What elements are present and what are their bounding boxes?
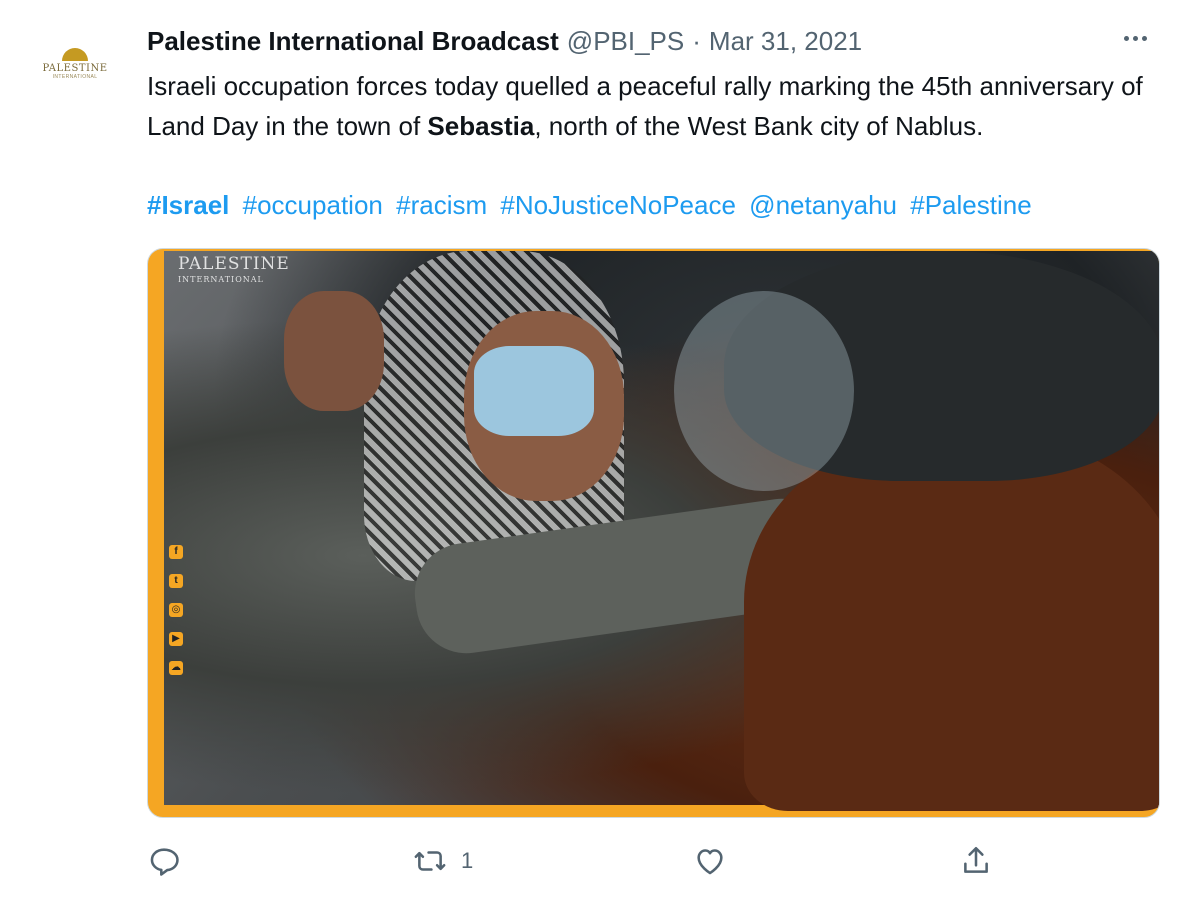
hashtag-link[interactable]: #occupation — [243, 190, 383, 220]
tweet-hashtags: #Israel #occupation #racism #NoJusticeNo… — [147, 185, 1038, 225]
protest-photo — [164, 251, 1159, 811]
hashtag-link[interactable]: #NoJusticeNoPeace — [500, 190, 736, 220]
like-icon — [697, 849, 723, 875]
tweet-text: Israeli occupation forces today quelled … — [147, 66, 1157, 146]
separator-dot: · — [692, 25, 701, 56]
dome-logo-icon — [62, 48, 88, 61]
twitter-icon: t — [169, 574, 183, 588]
share-icon — [964, 846, 988, 873]
tweet-date[interactable]: Mar 31, 2021 — [709, 26, 862, 57]
more-options-icon[interactable] — [1124, 36, 1147, 41]
reply-icon — [150, 848, 179, 876]
youtube-icon: ▶ — [169, 632, 183, 646]
hashtag-link[interactable]: #racism — [396, 190, 487, 220]
watermark-subtitle: INTERNATIONAL — [178, 275, 264, 284]
helmet-visor-shape — [674, 291, 854, 491]
avatar[interactable]: PALESTINE INTERNATIONAL — [33, 22, 117, 106]
tweet-text-bold: Sebastia — [427, 111, 535, 141]
mention-link[interactable]: @netanyahu — [749, 190, 897, 220]
soundcloud-icon: ☁ — [169, 661, 183, 675]
hashtag-link[interactable]: #Israel — [147, 190, 229, 220]
image-watermark: PALESTINE INTERNATIONAL — [178, 256, 290, 288]
facebook-icon: f — [169, 545, 183, 559]
hashtag-link[interactable]: #Palestine — [910, 190, 1031, 220]
avatar-logo-text: PALESTINE — [42, 63, 108, 74]
retweet-icon — [414, 851, 446, 871]
officer-hair-shape — [744, 431, 1159, 811]
instagram-icon: ◎ — [169, 603, 183, 617]
reply-button[interactable] — [147, 836, 195, 886]
tweet-media-image[interactable] — [147, 248, 1160, 818]
raised-fist-shape — [284, 291, 384, 411]
like-button[interactable] — [693, 836, 741, 886]
watermark-title: PALESTINE — [178, 254, 290, 274]
tweet-header: Palestine International Broadcast @PBI_P… — [147, 24, 1120, 58]
avatar-logo-subtext: INTERNATIONAL — [52, 74, 98, 80]
tweet-actions: 1 — [147, 836, 1007, 886]
account-handle[interactable]: @PBI_PS — [567, 26, 684, 57]
image-social-bar: f t ◎ ▶ ☁ — [166, 545, 186, 715]
account-name[interactable]: Palestine International Broadcast — [147, 26, 559, 57]
tweet-text-part2: , north of the West Bank city of Nablus. — [534, 111, 984, 141]
retweet-button[interactable]: 1 — [413, 836, 473, 886]
retweet-count: 1 — [461, 848, 474, 873]
share-button[interactable] — [959, 836, 993, 886]
face-mask-shape — [474, 346, 594, 436]
